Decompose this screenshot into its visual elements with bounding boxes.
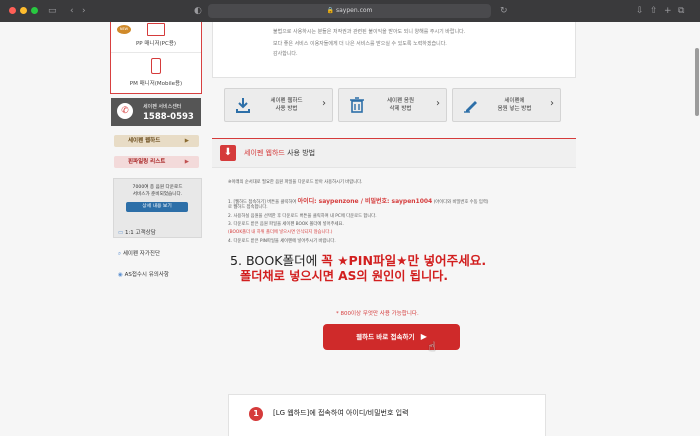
button-line-2: 음원 넣는 방법 xyxy=(497,106,532,112)
minimize-window-button[interactable] xyxy=(20,7,27,14)
webhard-guide-button[interactable]: 세이펜 웹하드사용 방법 › xyxy=(224,88,333,122)
mobile-phone-icon xyxy=(151,58,161,74)
hand-pointer-icon: ☝ xyxy=(428,340,436,355)
pen-icon xyxy=(463,97,479,113)
section-title: 세이펜 웹하드 사용 방법 xyxy=(244,149,316,157)
new-tab-icon[interactable]: + xyxy=(664,5,672,17)
sidebar-link-consult[interactable]: ▭ 1:1 고객상담 xyxy=(118,228,156,236)
play-arrow-icon: ▶ xyxy=(184,138,189,144)
forward-icon[interactable]: › xyxy=(82,5,86,17)
alert-icon: ◉ xyxy=(118,272,123,278)
sidebar-pin-list-button[interactable]: 핀파일링 리스트 ▶ xyxy=(114,156,199,168)
new-badge: NEW xyxy=(117,25,131,34)
divider xyxy=(111,52,201,53)
chat-icon: ▭ xyxy=(118,230,124,236)
notice-line: 감사합니다. xyxy=(273,51,298,57)
promo-detail-button[interactable]: 상세 내용 보기 xyxy=(126,202,188,212)
button-line-2: 사용 방법 xyxy=(275,106,298,112)
manager-download-box: NEW PP 매니저(PC용) PM 매니저(Mobile용) xyxy=(110,22,202,94)
pc-monitor-icon xyxy=(147,23,165,36)
download-icon[interactable]: ⇩ xyxy=(636,5,644,17)
step-card: 1 [LG 웹하드]에 접속하여 아이디/비밀번호 입력 xyxy=(228,394,546,436)
url-text: saypen.com xyxy=(336,7,373,14)
step-3-text: 3. 다운로드 받은 음원 파일을 세이펜 BOOK 폴더에 넣어주세요. xyxy=(228,222,344,227)
step-3-warning: (BOOK폴더 내 하위 폴더에 넣으시면 인식되지 않습니다.) xyxy=(228,230,333,235)
chevron-right-icon: › xyxy=(550,98,554,109)
pp-manager-link[interactable]: PP 매니저(PC용) xyxy=(111,39,201,47)
download-arrow-icon: ⬇ xyxy=(220,145,236,161)
service-center-box: ✆ 세이펜 서비스센터 1588-0593 xyxy=(111,98,201,126)
reload-icon[interactable]: ↻ xyxy=(500,5,508,17)
search-icon: ⌕ xyxy=(118,251,122,257)
chevron-right-icon: › xyxy=(322,98,326,109)
step-text: [LG 웹하드]에 접속하여 아이디/비밀번호 입력 xyxy=(273,409,409,417)
promo-line-1: 7000여 종 음원 다운로드 xyxy=(132,185,183,190)
share-icon[interactable]: ⇧ xyxy=(650,5,658,17)
page-content: NEW PP 매니저(PC용) PM 매니저(Mobile용) ✆ 세이펜 서비… xyxy=(0,22,700,436)
emphasis-line-2: 폴더채로 넣으시면 AS의 원인이 됩니다. xyxy=(240,269,448,283)
notice-line: 불법으로 사용하시는 분들은 저작권과 관련된 불이익을 받아도 되니 양해를 … xyxy=(273,29,466,35)
pm-manager-link[interactable]: PM 매니저(Mobile용) xyxy=(111,79,201,87)
step-4-text: 4. 다운로드 받은 PIN파일을 세이펜에 넣어주시기 바랍니다. xyxy=(228,239,336,244)
chevron-right-icon: › xyxy=(436,98,440,109)
play-arrow-icon: ▶ xyxy=(420,332,427,341)
download-icon xyxy=(235,97,251,113)
button-line-2: 삭제 방법 xyxy=(389,106,412,112)
button-line-1: 세이펜 음원 xyxy=(386,98,415,104)
browser-toolbar: ▭ ‹ › ◐ 🔒 saypen.com ↻ ⇩ ⇧ + ⧉ xyxy=(0,0,700,23)
sidebar-link-as-notice[interactable]: ◉ AS접수시 유의사항 xyxy=(118,270,169,278)
lock-icon: 🔒 xyxy=(326,7,335,14)
delete-audio-guide-button[interactable]: 세이펜 음원삭제 방법 › xyxy=(338,88,447,122)
sidebar-toggle-icon[interactable]: ▭ xyxy=(48,5,57,17)
service-center-label: 세이펜 서비스센터 xyxy=(143,104,182,110)
notice-line: 보다 좋은 서비스 이용자들에게 더 나은 서비스를 받으실 수 있도록 노력하… xyxy=(273,41,447,47)
scrollbar[interactable] xyxy=(695,48,699,116)
notice-card: 불법으로 사용하시는 분들은 저작권과 관련된 불이익을 받아도 되니 양해를 … xyxy=(212,22,576,78)
intro-text: ※아래의 순서대로 필요한 음원 파일을 다운로드 받아 사용하시기 바랍니다. xyxy=(228,180,363,185)
add-audio-guide-button[interactable]: 세이펜에음원 넣는 방법 › xyxy=(452,88,561,122)
step-number: 1 xyxy=(249,407,263,421)
phone-icon: ✆ xyxy=(117,103,133,119)
privacy-shield-icon[interactable]: ◐ xyxy=(194,5,202,17)
step-2-text: 2. 사용하실 음원을 선택한 후 다운로드 버튼을 클릭하여 내 PC에 다운… xyxy=(228,214,377,219)
close-window-button[interactable] xyxy=(9,7,16,14)
sidebar-link-diagnosis[interactable]: ⌕ 세이펜 자가진단 xyxy=(118,249,160,258)
button-line-1: 세이펜에 xyxy=(504,98,525,104)
button-line-1: 세이펜 웹하드 xyxy=(270,98,303,104)
service-center-phone: 1588-0593 xyxy=(143,112,194,122)
address-bar[interactable]: 🔒 saypen.com xyxy=(208,4,491,18)
play-arrow-icon: ▶ xyxy=(184,159,189,165)
zoom-window-button[interactable] xyxy=(31,7,38,14)
step-1b-text: 로 웹하드 접속합니다. xyxy=(228,205,268,210)
cta-note: * 800이상 무엇만 사용 가능합니다. xyxy=(336,311,419,317)
tab-overview-icon[interactable]: ⧉ xyxy=(678,5,684,17)
back-icon[interactable]: ‹ xyxy=(70,5,74,17)
section-header: ⬇ 세이펜 웹하드 사용 방법 xyxy=(212,139,576,168)
trash-icon xyxy=(349,97,365,113)
promo-line-2: 서비스가 준비되었습니다. xyxy=(132,192,183,197)
sidebar-webhard-button[interactable]: 세이펜 웹하드 ▶ xyxy=(114,135,199,147)
